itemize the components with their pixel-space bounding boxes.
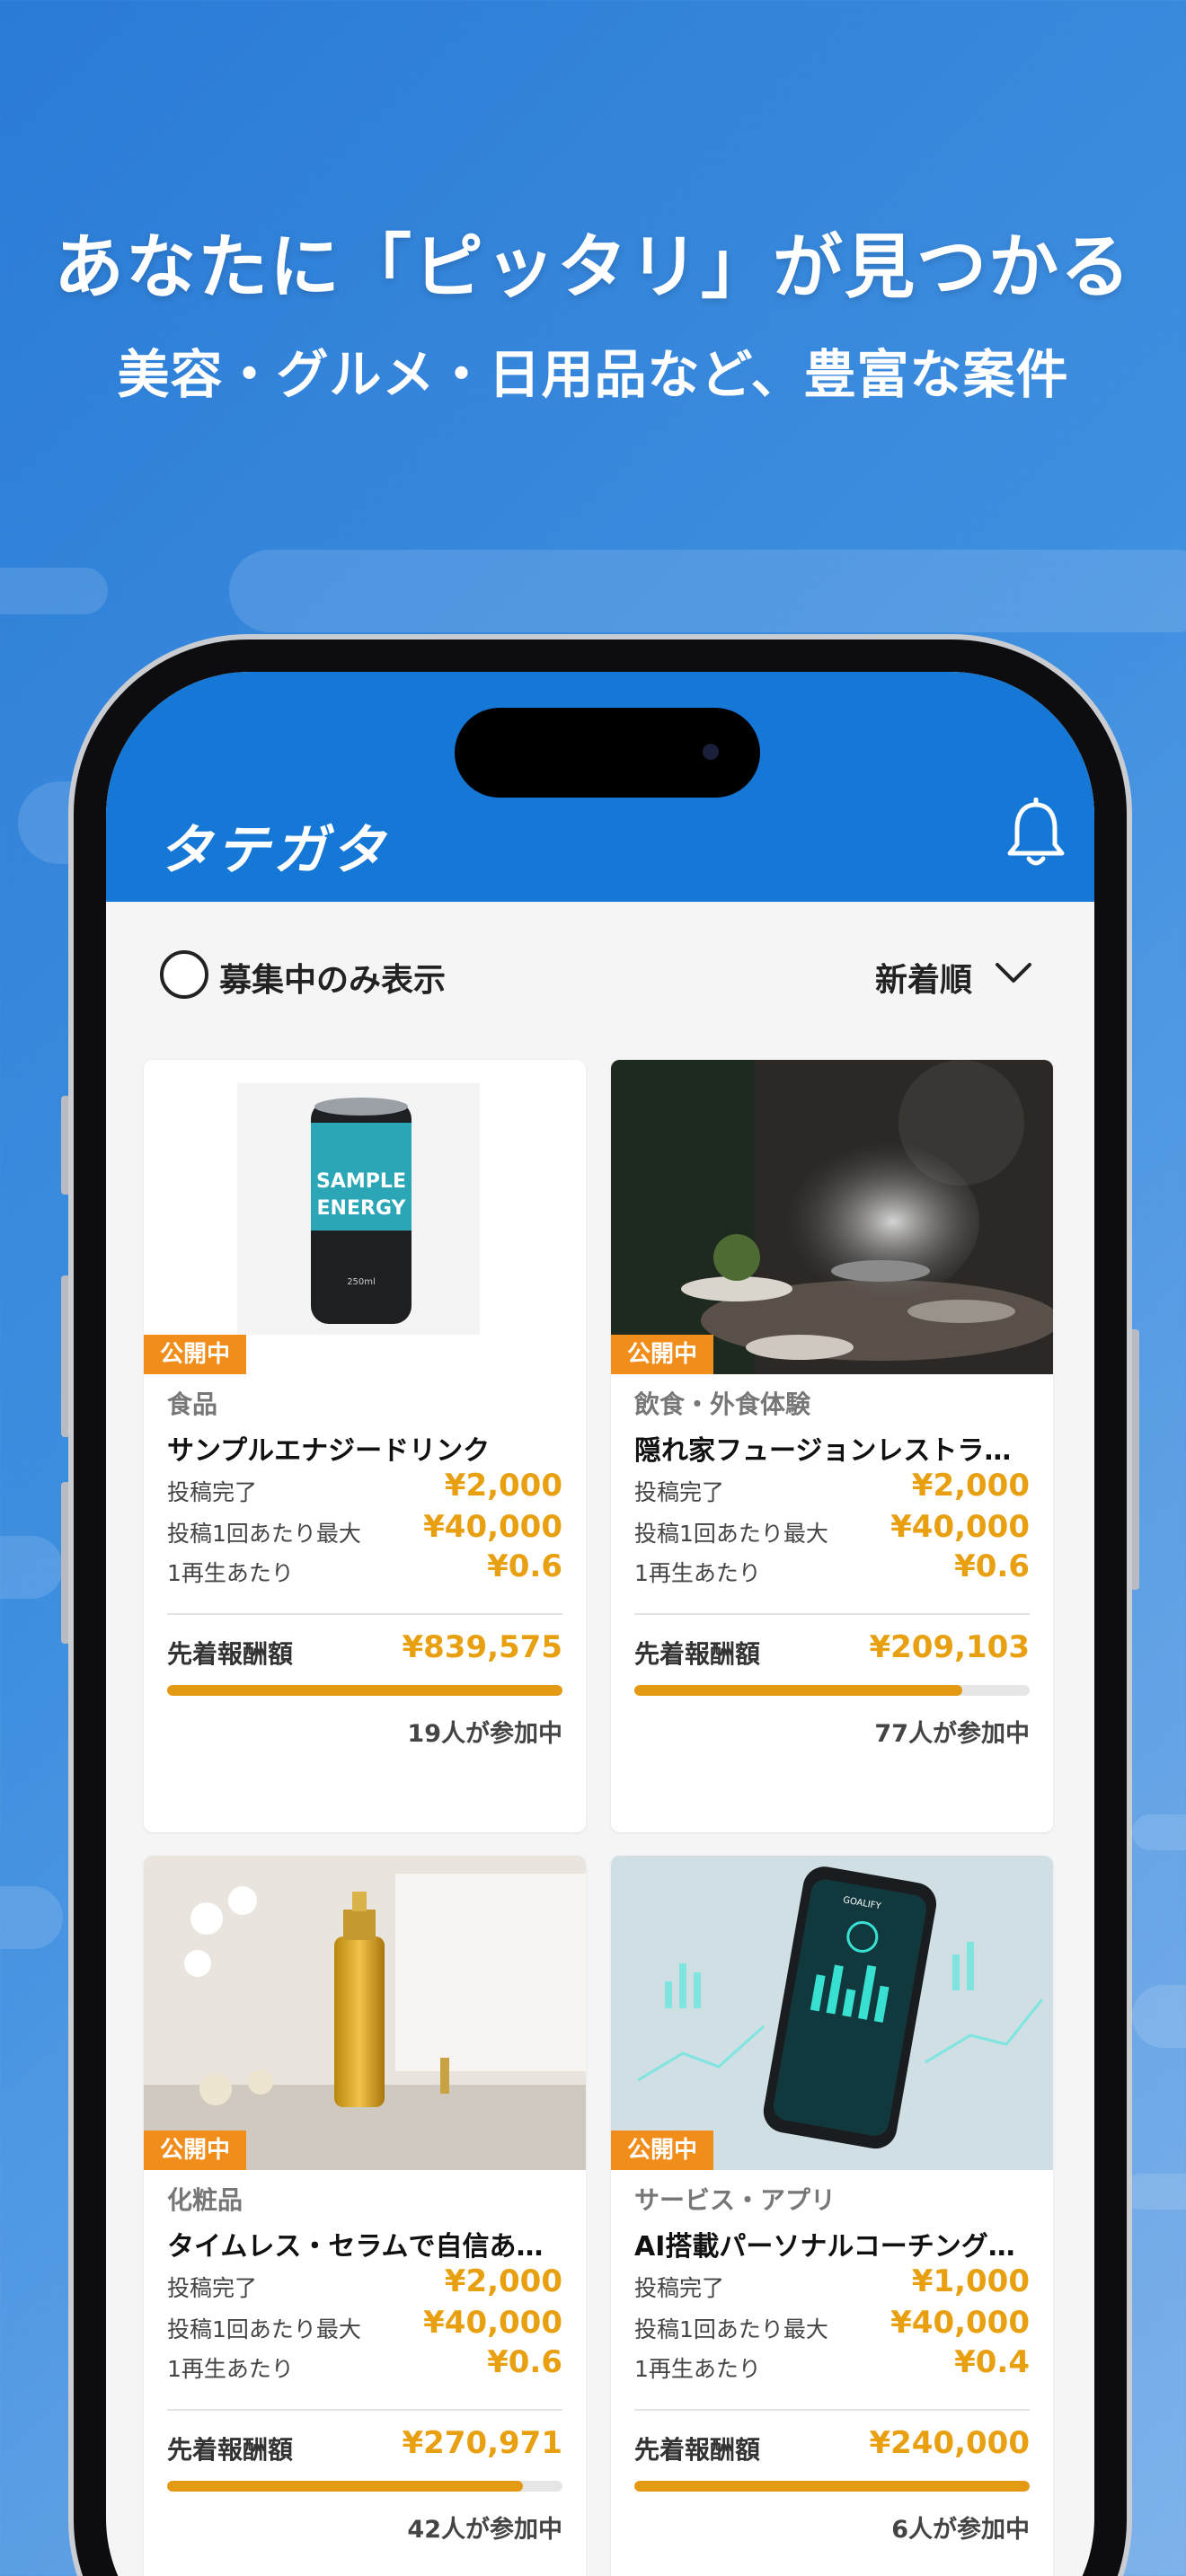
product-image: SAMPLE ENERGY 250ml bbox=[144, 1060, 586, 1374]
reward-value: ¥0.6 bbox=[954, 1548, 1030, 1584]
total-reward-value: ¥839,575 bbox=[402, 1629, 562, 1665]
progress-fill bbox=[634, 2481, 1030, 2492]
reward-label: 1再生あたり bbox=[167, 1560, 294, 1586]
background-stripe bbox=[1132, 1985, 1186, 2048]
progress-bar bbox=[167, 1685, 562, 1696]
participant-count: 6人が参加中 bbox=[891, 2516, 1030, 2544]
card-category: サービス・アプリ bbox=[634, 2185, 836, 2215]
card-divider bbox=[167, 2409, 562, 2411]
reward-value: ¥2,000 bbox=[444, 1468, 562, 1504]
reward-value: ¥40,000 bbox=[890, 1509, 1030, 1545]
reward-value: ¥0.6 bbox=[487, 1548, 562, 1584]
reward-value: ¥40,000 bbox=[423, 1509, 562, 1545]
background-stripe bbox=[1123, 2174, 1186, 2210]
total-reward-label: 先着報酬額 bbox=[167, 2435, 294, 2465]
card-title: 隠れ家フュージョンレストランで… bbox=[634, 1435, 1030, 1467]
reward-label: 投稿1回あたり最大 bbox=[167, 1521, 361, 1547]
recruiting-only-label[interactable]: 募集中のみ表示 bbox=[219, 954, 446, 1001]
card-divider bbox=[634, 2409, 1030, 2411]
total-reward-label: 先着報酬額 bbox=[634, 1639, 761, 1669]
app-header: タテガタ bbox=[106, 672, 1094, 902]
card-divider bbox=[634, 1613, 1030, 1615]
reward-value: ¥40,000 bbox=[890, 2305, 1030, 2341]
card-title: タイムレス・セラムで自信あふれ… bbox=[167, 2231, 562, 2263]
background-stripe bbox=[0, 1536, 63, 1599]
reward-label: 投稿1回あたり最大 bbox=[634, 2316, 828, 2342]
progress-fill bbox=[634, 1685, 963, 1696]
background-stripe bbox=[229, 550, 1186, 632]
reward-value: ¥2,000 bbox=[911, 1468, 1030, 1504]
progress-fill bbox=[167, 1685, 562, 1696]
card-divider bbox=[167, 1613, 562, 1615]
status-badge: 公開中 bbox=[611, 2130, 714, 2170]
background-stripe bbox=[0, 568, 108, 614]
product-image bbox=[144, 1856, 586, 2170]
app-screen: タテガタ 募集中のみ表示 新着順 SAMPLE ENERGY 250ml 公開中… bbox=[106, 672, 1094, 2576]
progress-bar bbox=[167, 2481, 562, 2492]
reward-value: ¥0.6 bbox=[487, 2344, 562, 2380]
sort-dropdown-label[interactable]: 新着順 bbox=[875, 954, 972, 1001]
card-category: 食品 bbox=[167, 1389, 218, 1419]
card-title: AI搭載パーソナルコーチングアプリ bbox=[634, 2231, 1030, 2263]
total-reward-value: ¥270,971 bbox=[402, 2425, 562, 2461]
background-stripe bbox=[0, 1886, 63, 1949]
dynamic-island bbox=[455, 708, 760, 798]
background-stripe bbox=[1132, 1814, 1186, 1850]
reward-label: 投稿1回あたり最大 bbox=[167, 2316, 361, 2342]
reward-label: 投稿完了 bbox=[634, 2275, 725, 2301]
reward-label: 1再生あたり bbox=[634, 2356, 761, 2382]
total-reward-label: 先着報酬額 bbox=[167, 1639, 294, 1669]
total-reward-value: ¥209,103 bbox=[869, 1629, 1030, 1665]
app-logo[interactable]: タテガタ bbox=[158, 807, 388, 885]
filter-row: 募集中のみ表示 新着順 bbox=[106, 941, 1094, 1013]
recruiting-only-radio[interactable] bbox=[160, 950, 208, 999]
can-text-volume: 250ml bbox=[347, 1277, 376, 1287]
total-reward-value: ¥240,000 bbox=[869, 2425, 1030, 2461]
total-reward-label: 先着報酬額 bbox=[634, 2435, 761, 2465]
campaign-card[interactable]: SAMPLE ENERGY 250ml 公開中 食品 サンプルエナジードリンク … bbox=[144, 1060, 586, 1832]
progress-fill bbox=[167, 2481, 523, 2492]
participant-count: 77人が参加中 bbox=[874, 1720, 1030, 1748]
status-badge: 公開中 bbox=[144, 2130, 247, 2170]
reward-value: ¥1,000 bbox=[911, 2263, 1030, 2299]
progress-bar bbox=[634, 2481, 1030, 2492]
status-badge: 公開中 bbox=[144, 1335, 247, 1374]
reward-label: 投稿1回あたり最大 bbox=[634, 1521, 828, 1547]
product-image: GOALIFY bbox=[611, 1856, 1053, 2170]
campaign-card[interactable]: 公開中 化粧品 タイムレス・セラムで自信あふれ… 投稿完了 ¥2,000 投稿1… bbox=[144, 1856, 586, 2576]
participant-count: 42人が参加中 bbox=[407, 2516, 562, 2544]
campaign-card[interactable]: 公開中 飲食・外食体験 隠れ家フュージョンレストランで… 投稿完了 ¥2,000… bbox=[611, 1060, 1053, 1832]
campaign-card[interactable]: GOALIFY 公開中 サービス・アプリ AI搭載パーソナルコーチングアプリ 投… bbox=[611, 1856, 1053, 2576]
camera-dot bbox=[703, 744, 719, 760]
promo-subline: 美容・グルメ・日用品など、豊富な案件 bbox=[117, 344, 1069, 405]
bell-icon[interactable] bbox=[1005, 798, 1067, 869]
phone-frame: タテガタ 募集中のみ表示 新着順 SAMPLE ENERGY 250ml 公開中… bbox=[68, 634, 1132, 2576]
reward-label: 1再生あたり bbox=[634, 1560, 761, 1586]
reward-label: 投稿完了 bbox=[634, 1479, 725, 1505]
reward-label: 投稿完了 bbox=[167, 2275, 258, 2301]
card-category: 化粧品 bbox=[167, 2185, 243, 2215]
card-category: 飲食・外食体験 bbox=[634, 1389, 811, 1419]
status-badge: 公開中 bbox=[611, 1335, 714, 1374]
card-title: サンプルエナジードリンク bbox=[167, 1435, 491, 1467]
reward-value: ¥2,000 bbox=[444, 2263, 562, 2299]
product-image bbox=[611, 1060, 1053, 1374]
can-text-sample: SAMPLE bbox=[316, 1170, 406, 1193]
reward-label: 1再生あたり bbox=[167, 2356, 294, 2382]
phone-bezel: タテガタ 募集中のみ表示 新着順 SAMPLE ENERGY 250ml 公開中… bbox=[74, 640, 1127, 2576]
promo-headline: あなたに「ピッタリ」が見つかる bbox=[53, 227, 1132, 308]
reward-label: 投稿完了 bbox=[167, 1479, 258, 1505]
reward-value: ¥40,000 bbox=[423, 2305, 562, 2341]
participant-count: 19人が参加中 bbox=[407, 1720, 562, 1748]
progress-bar bbox=[634, 1685, 1030, 1696]
chevron-down-icon[interactable] bbox=[994, 956, 1033, 992]
reward-value: ¥0.4 bbox=[954, 2344, 1030, 2380]
can-text-energy: ENERGY bbox=[317, 1197, 407, 1220]
